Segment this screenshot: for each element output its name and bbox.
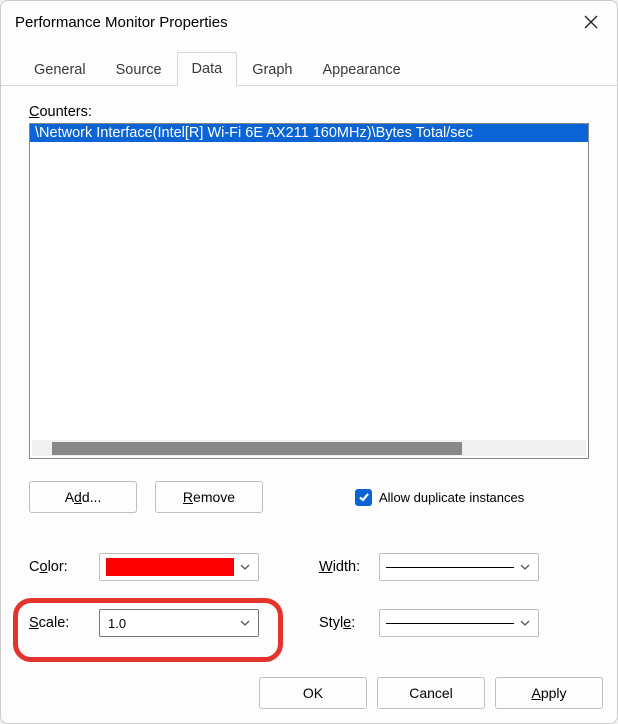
close-button[interactable] [579, 10, 603, 34]
width-select[interactable] [379, 553, 539, 581]
chevron-down-icon [240, 562, 250, 572]
color-select[interactable] [99, 553, 259, 581]
tab-graph[interactable]: Graph [237, 53, 307, 86]
ok-button[interactable]: OK [259, 677, 367, 709]
allow-duplicates-checkbox[interactable]: Allow duplicate instances [355, 489, 524, 506]
tab-source[interactable]: Source [101, 53, 177, 86]
chevron-down-icon [520, 562, 530, 572]
tab-general[interactable]: General [19, 53, 101, 86]
cancel-button[interactable]: Cancel [377, 677, 485, 709]
scale-select[interactable]: 1.0 [99, 609, 259, 637]
counter-buttons-row: Add... Remove Allow duplicate instances [29, 481, 589, 513]
style-line-sample [386, 623, 514, 624]
checkbox-box [355, 489, 372, 506]
color-label: Color: [29, 559, 99, 575]
fields-grid: Color: Width: Scale: 1.0 Style: [29, 553, 589, 637]
chevron-down-icon [520, 618, 530, 628]
tab-data[interactable]: Data [177, 52, 238, 86]
counter-list-item[interactable]: \Network Interface(Intel[R] Wi-Fi 6E AX2… [30, 124, 588, 142]
width-label: Width: [319, 559, 379, 575]
tab-body-data: Counters: \Network Interface(Intel[R] Wi… [1, 86, 617, 667]
window-title: Performance Monitor Properties [15, 14, 228, 31]
apply-button[interactable]: Apply [495, 677, 603, 709]
counters-label: Counters: [29, 104, 589, 120]
check-icon [358, 491, 370, 503]
scrollbar-thumb[interactable] [52, 442, 462, 455]
style-label: Style: [319, 615, 379, 631]
color-swatch [106, 558, 234, 576]
chevron-down-icon [240, 618, 250, 628]
remove-button[interactable]: Remove [155, 481, 263, 513]
titlebar: Performance Monitor Properties [1, 1, 617, 43]
close-icon [584, 15, 598, 29]
dialog-window: Performance Monitor Properties General S… [0, 0, 618, 724]
allow-duplicates-label: Allow duplicate instances [379, 490, 524, 505]
scale-label: Scale: [29, 615, 99, 631]
add-button[interactable]: Add... [29, 481, 137, 513]
counters-listbox[interactable]: \Network Interface(Intel[R] Wi-Fi 6E AX2… [29, 123, 589, 459]
horizontal-scrollbar[interactable] [32, 440, 586, 456]
tab-appearance[interactable]: Appearance [308, 53, 416, 86]
tab-bar: General Source Data Graph Appearance [1, 43, 617, 86]
scale-value: 1.0 [106, 616, 240, 631]
width-line-sample [386, 567, 514, 568]
dialog-footer: OK Cancel Apply [1, 667, 617, 723]
style-select[interactable] [379, 609, 539, 637]
